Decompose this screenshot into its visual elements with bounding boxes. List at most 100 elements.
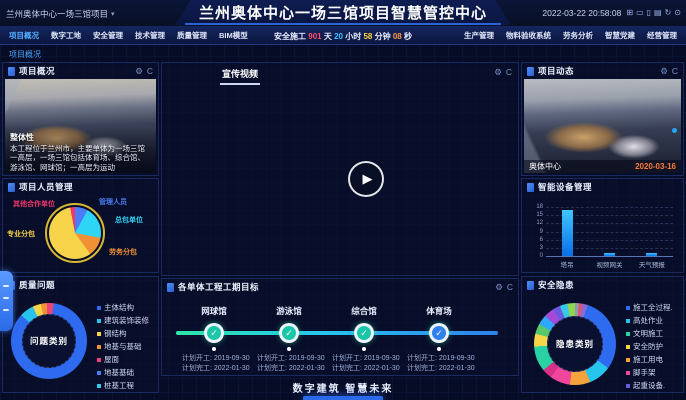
tab-bim-model[interactable]: BIM模型 — [213, 30, 254, 41]
gear-icon[interactable]: ⚙ — [135, 66, 143, 77]
legend-item[interactable]: 施工用电 — [626, 353, 673, 366]
pie-label-specialty-subcontract: 专业分包 — [7, 229, 35, 239]
panel-title: 项目动态 — [538, 65, 574, 77]
legend-item[interactable]: 地基基础 — [97, 366, 149, 379]
counter-seconds: 08 — [393, 32, 402, 41]
project-selector[interactable]: 兰州奥体中心一场三馆项目 ▾ — [6, 8, 115, 20]
carousel-dot[interactable] — [672, 128, 677, 133]
tab-project-overview[interactable]: 项目概况 — [3, 30, 45, 41]
tab-labor-analysis[interactable]: 劳务分析 — [557, 30, 599, 41]
quality-donut-chart[interactable]: 问题类别 — [11, 303, 87, 379]
footer-slogan: 数字建筑 智慧未来 — [293, 380, 394, 395]
panel-icon — [167, 283, 174, 292]
legend-item[interactable]: 主体结构 — [97, 301, 149, 314]
legend-bullet — [97, 306, 101, 310]
refresh-icon[interactable]: C — [507, 282, 513, 293]
monitor-icon[interactable]: ▤ — [654, 8, 662, 18]
panel-personnel-mgmt: 项目人员管理 其他合作单位 管理人员 总包单位 劳务分包 专业分包 — [2, 178, 159, 273]
legend-bullet — [626, 371, 630, 375]
tab-promo-video[interactable]: 宣传视频 — [220, 67, 260, 85]
legend-item[interactable]: 桩基工程 — [97, 379, 149, 390]
tab-quality-mgmt[interactable]: 质量管理 — [171, 30, 213, 41]
milestone-node[interactable]: ✓ — [429, 323, 449, 343]
refresh-icon[interactable]: ↻ — [665, 8, 672, 18]
milestone-name: 游泳馆 — [276, 305, 302, 317]
overview-overlay-text: 本工程位于兰州市，主要单体为一场三馆一高层，一场三馆包括体育场、综合馆、游泳馆、… — [10, 144, 152, 173]
y-tick: 15 — [528, 212, 543, 218]
page-title: 兰州奥体中心一场三馆项目智慧管控中心 — [199, 2, 487, 23]
legend-item[interactable]: 安全防护 — [626, 340, 673, 353]
panel-icon — [527, 281, 534, 290]
tab-operation-mgmt[interactable]: 经营管理 — [641, 30, 683, 41]
photo-caption: 奥体中心 — [529, 161, 561, 172]
safe-construction-counter: 安全施工 901 天 20 小时 58 分钟 08 秒 — [274, 31, 412, 42]
panel-icon — [8, 183, 15, 192]
milestone-node[interactable]: ✓ — [279, 323, 299, 343]
tab-tech-mgmt[interactable]: 技术管理 — [129, 30, 171, 41]
refresh-icon[interactable]: C — [672, 66, 678, 77]
phone-icon[interactable]: ▯ — [647, 8, 651, 18]
milestone-dot — [287, 347, 291, 351]
x-label: 视频网关 — [597, 259, 623, 269]
window-icon[interactable]: ▭ — [636, 8, 644, 18]
safety-donut-label: 隐患类别 — [534, 338, 616, 350]
x-label: 塔吊 — [561, 259, 574, 269]
check-icon: ✓ — [207, 326, 221, 340]
counter-days: 901 — [308, 32, 321, 41]
play-button[interactable]: ▶ — [348, 161, 384, 197]
legend-bullet — [97, 332, 101, 336]
video-preview[interactable]: ▶ — [218, 84, 514, 273]
safety-donut-chart[interactable]: 隐患类别 — [534, 303, 616, 385]
milestone-node[interactable]: ✓ — [354, 323, 374, 343]
legend-item[interactable]: 地基与基础 — [97, 340, 149, 353]
tab-safety-mgmt[interactable]: 安全管理 — [87, 30, 129, 41]
tab-digital-site[interactable]: 数字工地 — [45, 30, 87, 41]
tab-party-building[interactable]: 智慧党建 — [599, 30, 641, 41]
legend-bullet — [626, 345, 630, 349]
power-icon[interactable]: ⊙ — [674, 8, 681, 18]
refresh-icon[interactable]: C — [147, 66, 153, 77]
panel-icon — [527, 67, 534, 76]
pie-label-general-contractor: 总包单位 — [115, 215, 143, 225]
tab-production-mgmt[interactable]: 生产管理 — [458, 30, 500, 41]
milestone-dot — [362, 347, 366, 351]
photo-caption-bar: 奥体中心 2020-03-16 — [524, 160, 681, 173]
grid-icon[interactable]: ⊞ — [626, 8, 633, 18]
legend-item[interactable]: 钢结构 — [97, 327, 149, 340]
gear-icon[interactable]: ⚙ — [495, 282, 503, 293]
legend-bullet — [626, 306, 630, 310]
pie-label-labor-subcontract: 劳务分包 — [109, 247, 137, 257]
tab-material-acceptance[interactable]: 物料验收系统 — [500, 30, 557, 41]
bar[interactable] — [646, 253, 657, 256]
bottom-dock-bar[interactable] — [303, 396, 383, 400]
bar[interactable] — [562, 210, 573, 256]
legend-item[interactable]: 施工全过程. — [626, 301, 673, 314]
legend-item[interactable]: 建筑装饰装修 — [97, 314, 149, 327]
gear-icon[interactable]: ⚙ — [494, 67, 502, 78]
milestone-dot — [437, 347, 441, 351]
panel-smart-devices: 智能设备管理 18 15 12 9 6 3 0 塔吊 视频网关 天气预报 — [521, 178, 684, 273]
legend-item[interactable]: 屋面 — [97, 353, 149, 366]
milestone-node[interactable]: ✓ — [204, 323, 224, 343]
legend-item[interactable]: 起重设备. — [626, 379, 673, 390]
floating-menu-handle[interactable] — [0, 271, 13, 331]
breadcrumb[interactable]: 项目概况 — [9, 49, 41, 63]
legend-item[interactable]: 文明施工 — [626, 327, 673, 340]
panel-schedule-targets: 各单体工程工期目标 ⚙ C 网球馆 ✓ 计划开工: 2019-09-30 计划完… — [161, 278, 519, 376]
nav-right-tabs: 生产管理 物料验收系统 劳务分析 智慧党建 经营管理 — [458, 26, 683, 44]
y-tick: 12 — [528, 220, 543, 226]
panel-icon — [8, 67, 15, 76]
panel-project-overview: 项目概况 ⚙ C 整体性 本工程位于兰州市，主要单体为一场三馆一高层，一场三馆包… — [2, 62, 159, 176]
play-icon: ▶ — [363, 171, 373, 187]
nav-bar: 项目概况 数字工地 安全管理 技术管理 质量管理 BIM模型 安全施工 901 … — [0, 26, 686, 45]
refresh-icon[interactable]: C — [506, 67, 512, 78]
dynamics-photo[interactable]: 奥体中心 2020-03-16 — [524, 79, 681, 173]
milestone-dates: 计划开工: 2019-09-30 计划完工: 2022-01-30 — [182, 354, 250, 374]
legend-item[interactable]: 脚手架 — [626, 366, 673, 379]
personnel-pie-chart[interactable] — [49, 207, 101, 259]
legend-item[interactable]: 高处作业 — [626, 314, 673, 327]
header-bar: 兰州奥体中心一场三馆项目 ▾ 兰州奥体中心一场三馆项目智慧管控中心 2022-0… — [0, 0, 686, 26]
gear-icon[interactable]: ⚙ — [660, 66, 668, 77]
bar[interactable] — [604, 253, 615, 256]
legend-bullet — [97, 319, 101, 323]
